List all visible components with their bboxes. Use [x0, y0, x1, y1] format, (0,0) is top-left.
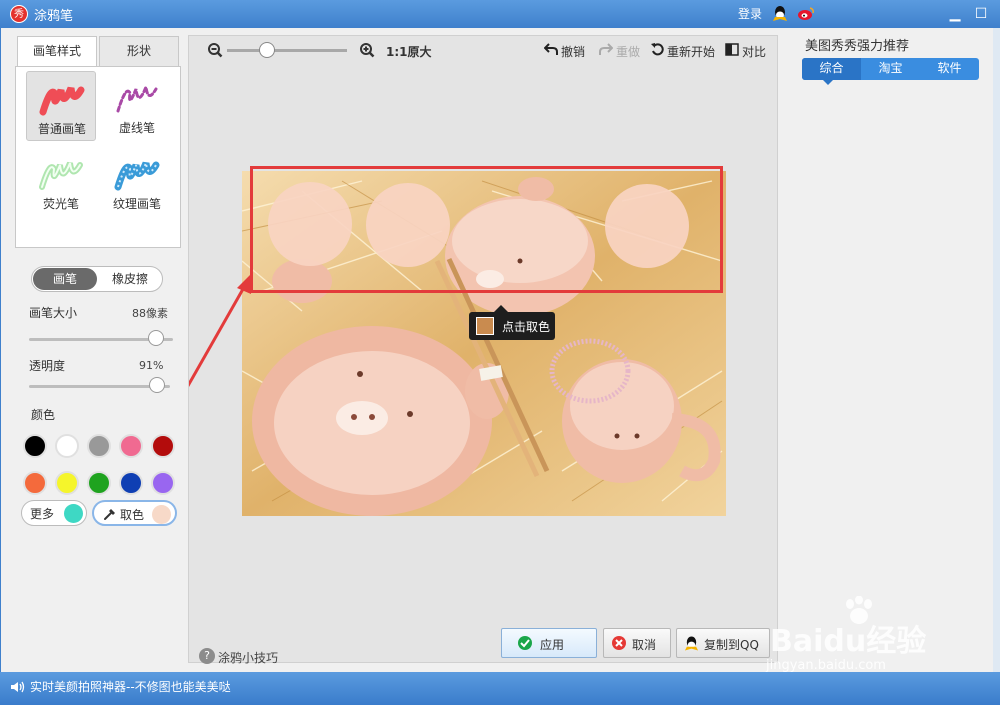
tooltip-arrow [494, 305, 508, 312]
color-swatch[interactable] [23, 434, 47, 458]
eyedropper-icon [104, 509, 115, 520]
brush-label: 虚线笔 [118, 121, 155, 135]
status-ad-text[interactable]: 实时美颜拍照神器--不修图也能美美哒 [30, 678, 231, 695]
tab-software[interactable]: 软件 [920, 58, 979, 80]
eraser-mode-button[interactable]: 橡皮擦 [98, 268, 162, 290]
brush-style-grid: 普通画笔 虚线笔 荧光笔 纹理画笔 [15, 66, 181, 248]
more-colors-label: 更多 [30, 507, 55, 521]
app-logo: 秀 [10, 5, 28, 23]
color-swatch[interactable] [55, 471, 79, 495]
recommend-tabs: 综合 淘宝 软件 [802, 58, 979, 80]
color-picker-label: 取色 [120, 508, 145, 522]
opacity-slider-thumb[interactable] [149, 377, 166, 393]
annotation-arrow [189, 274, 251, 388]
baidu-watermark: Baidu经验 jingyan.baidu.com [764, 596, 964, 686]
dashed-brush-icon [116, 86, 158, 113]
brush-label: 纹理画笔 [112, 197, 161, 211]
copy-to-qq-label: 复制到QQ [704, 638, 759, 652]
color-swatch[interactable] [151, 471, 175, 495]
color-swatch[interactable] [87, 471, 111, 495]
dialog-body: 画笔样式 形状 普通画笔 虚线笔 荧光笔 纹理画笔 画笔 橡皮擦 画笔大小 88… [0, 28, 993, 672]
speaker-icon [11, 681, 25, 693]
brush-texture[interactable]: 纹理画笔 [102, 147, 172, 217]
color-swatch[interactable] [119, 471, 143, 495]
tab-caret [823, 80, 833, 85]
color-swatch[interactable] [55, 434, 79, 458]
brush-normal[interactable]: 普通画笔 [26, 71, 96, 141]
color-picker-button[interactable]: 取色 [92, 500, 177, 526]
cancel-label: 取消 [632, 638, 657, 652]
minimize-button[interactable]: ▁ [946, 5, 964, 23]
check-icon [518, 636, 532, 650]
texture-brush-icon [114, 161, 160, 191]
apply-label: 应用 [540, 638, 565, 652]
login-link[interactable]: 登录 [738, 5, 762, 22]
qq-icon[interactable] [772, 5, 788, 22]
more-colors-preview [64, 504, 83, 523]
maximize-button[interactable]: ☐ [972, 5, 990, 23]
recommend-title: 美图秀秀强力推荐 [805, 39, 910, 54]
brush-label: 普通画笔 [37, 122, 86, 136]
brush-highlighter[interactable]: 荧光笔 [26, 147, 96, 217]
apply-button[interactable]: 应用 [501, 628, 597, 658]
pen-eraser-toggle: 画笔 橡皮擦 [31, 266, 163, 292]
color-label: 颜色 [31, 408, 56, 422]
window-edge [993, 28, 1000, 672]
opacity-value: 91% [139, 359, 164, 372]
color-swatch[interactable] [151, 434, 175, 458]
pick-color-tooltip: 点击取色 [469, 305, 555, 340]
canvas-area: 1:1原大 撤销 重做 重新开始 对比 点击取色 ? 涂鸦小技巧 应用 取消 复… [188, 35, 778, 665]
color-swatch[interactable] [119, 434, 143, 458]
copy-to-qq-button[interactable]: 复制到QQ [676, 628, 770, 658]
highlighter-brush-icon [39, 161, 83, 190]
cancel-icon [612, 636, 626, 650]
opacity-label: 透明度 [29, 359, 66, 373]
doodle-tips-label: 涂鸦小技巧 [218, 651, 279, 665]
weibo-icon[interactable] [797, 6, 815, 21]
window-title: 涂鸦笔 [34, 9, 74, 24]
cancel-button[interactable]: 取消 [603, 628, 671, 658]
normal-brush-icon [39, 86, 85, 116]
brush-size-label: 画笔大小 [29, 306, 78, 320]
brush-dashed[interactable]: 虚线笔 [102, 71, 172, 141]
more-colors-button[interactable]: 更多 [21, 500, 87, 526]
tab-taobao[interactable]: 淘宝 [861, 58, 920, 80]
tab-brush-style[interactable]: 画笔样式 [17, 36, 97, 66]
brush-label: 荧光笔 [42, 197, 79, 211]
qq-penguin-icon [684, 636, 699, 651]
pick-color-text: 点击取色 [502, 320, 551, 334]
color-swatch[interactable] [23, 471, 47, 495]
title-bar: 秀 涂鸦笔 登录 ▁ ☐ [0, 0, 1000, 28]
help-icon: ? [199, 648, 215, 664]
brush-size-value: 88像素 [132, 307, 168, 320]
color-swatch[interactable] [87, 434, 111, 458]
brush-size-slider-thumb[interactable] [147, 330, 164, 346]
tab-general[interactable]: 综合 [802, 58, 861, 80]
picked-color-swatch [476, 317, 494, 335]
watermark-brand: Baidu经验 [770, 624, 927, 659]
picked-color-preview [152, 505, 171, 524]
tab-shape[interactable]: 形状 [99, 36, 179, 66]
pen-mode-button[interactable]: 画笔 [33, 268, 97, 290]
watermark-url: jingyan.baidu.com [766, 658, 886, 673]
brush-tab-row: 画笔样式 形状 [17, 36, 182, 66]
